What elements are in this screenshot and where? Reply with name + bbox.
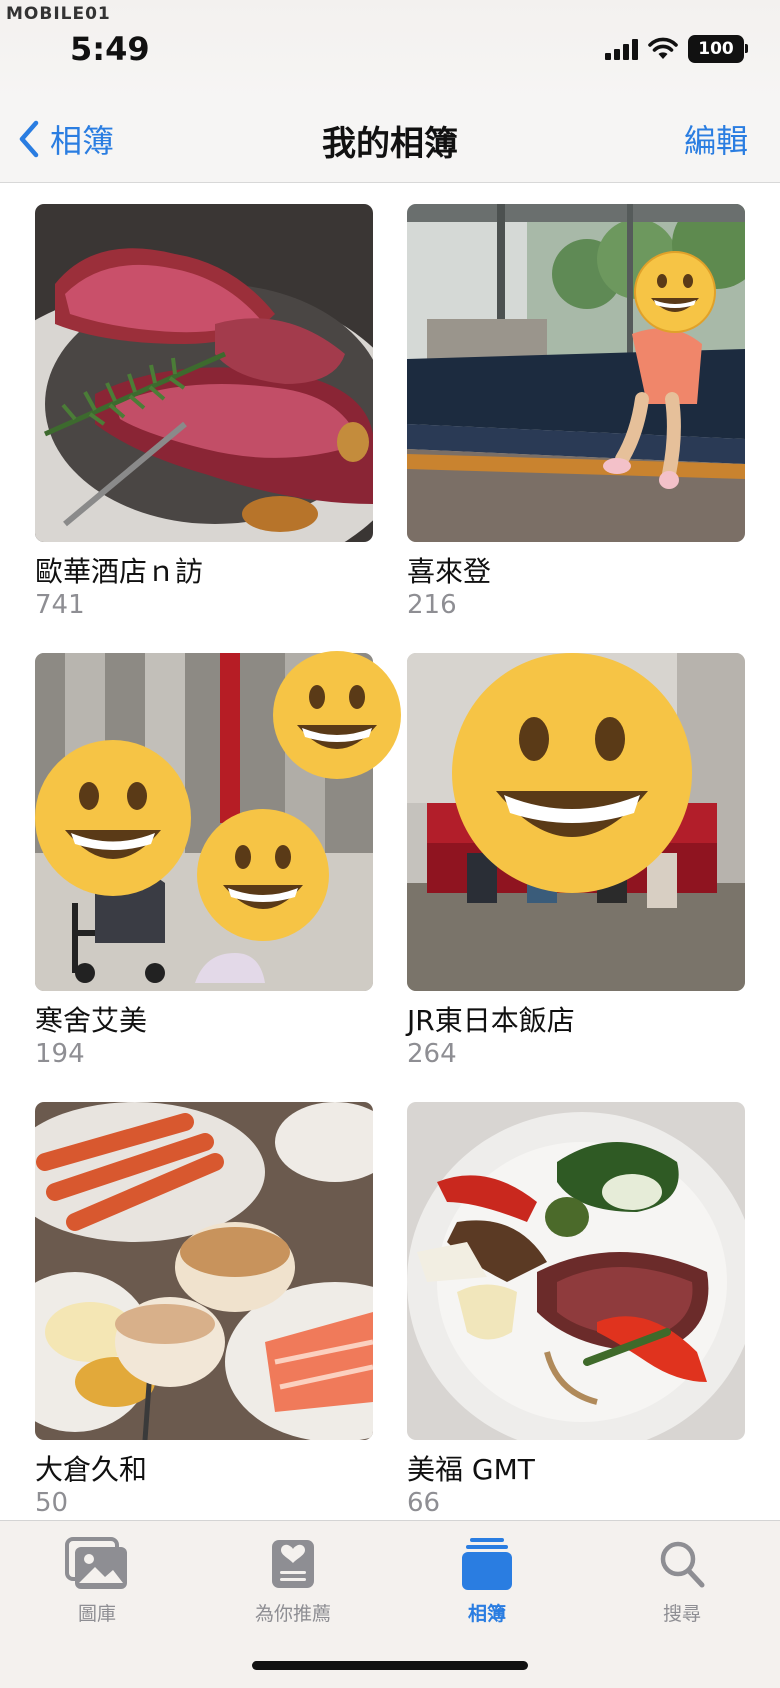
album-card[interactable]: 大倉久和 50 — [35, 1102, 373, 1518]
back-button[interactable]: 相簿 — [18, 116, 114, 162]
album-title: 喜來登 — [407, 555, 492, 588]
album-cover[interactable] — [35, 204, 373, 542]
album-title: JR東日本飯店 — [407, 1004, 575, 1037]
status-bar: MOBILE01 5:49 100 — [0, 0, 780, 100]
tab-label: 圖庫 — [77, 1603, 116, 1625]
tab-search[interactable]: 搜尋 — [607, 1535, 757, 1626]
album-cover[interactable] — [407, 1102, 745, 1440]
album-cover[interactable] — [407, 653, 745, 991]
album-card[interactable]: 美福 GMT 66 — [407, 1102, 745, 1518]
signal-icon — [605, 38, 638, 60]
album-title: 寒舍艾美 — [35, 1004, 148, 1037]
album-title: 美福 GMT — [407, 1453, 535, 1486]
album-count: 741 — [35, 590, 85, 620]
wifi-icon — [648, 37, 678, 59]
emoji-smiley — [35, 740, 191, 896]
album-cover[interactable] — [35, 1102, 373, 1440]
tab-bar: 圖庫 為你推薦 相簿 搜尋 — [0, 1520, 780, 1688]
tab-label: 搜尋 — [662, 1603, 701, 1625]
album-count: 264 — [407, 1039, 457, 1069]
album-count: 216 — [407, 590, 457, 620]
tab-for-you[interactable]: 為你推薦 — [218, 1535, 368, 1626]
album-card[interactable]: 喜來登 216 — [407, 204, 745, 620]
status-icons: 100 — [605, 35, 748, 63]
page-title: 我的相簿 — [322, 124, 458, 164]
back-label: 相簿 — [50, 122, 115, 160]
album-count: 194 — [35, 1039, 85, 1069]
emoji-smiley — [273, 651, 401, 779]
nav-bar: 相簿 我的相簿 編輯 — [0, 100, 780, 183]
emoji-smiley — [452, 653, 692, 893]
for-you-icon — [272, 1540, 314, 1588]
tab-label: 相簿 — [467, 1603, 506, 1625]
edit-button[interactable]: 編輯 — [684, 116, 748, 162]
tab-label: 為你推薦 — [254, 1603, 331, 1625]
album-title: 歐華酒店ｎ訪 — [35, 555, 204, 588]
album-count: 50 — [35, 1488, 69, 1518]
watermark: MOBILE01 — [6, 4, 111, 24]
photo-library-icon — [65, 1537, 127, 1589]
albums-icon — [462, 1538, 512, 1590]
album-card[interactable]: 歐華酒店ｎ訪 741 — [35, 204, 373, 620]
album-count: 66 — [407, 1488, 441, 1518]
emoji-smiley — [197, 809, 329, 941]
emoji-smiley — [634, 251, 716, 333]
album-cover[interactable] — [407, 204, 745, 542]
album-title: 大倉久和 — [35, 1453, 148, 1486]
album-card[interactable]: JR東日本飯店 264 — [407, 653, 745, 1069]
chevron-left-icon — [19, 120, 39, 158]
search-icon — [660, 1541, 705, 1588]
status-time: 5:49 — [70, 30, 150, 68]
home-indicator[interactable] — [252, 1661, 528, 1670]
battery-icon: 100 — [688, 35, 748, 63]
tab-albums[interactable]: 相簿 — [412, 1535, 562, 1626]
tab-library[interactable]: 圖庫 — [22, 1535, 172, 1626]
